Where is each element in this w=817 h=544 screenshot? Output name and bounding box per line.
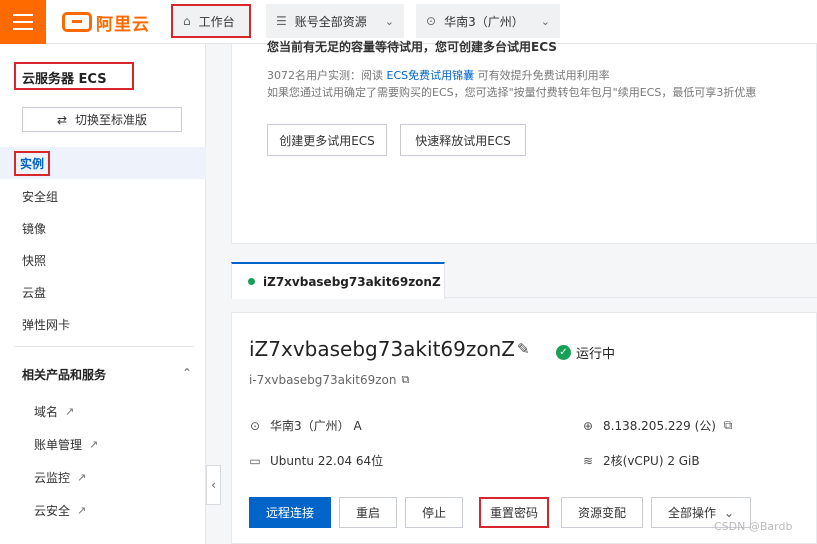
sidebar-item-security-groups[interactable]: 安全组 bbox=[0, 180, 206, 212]
stop-button[interactable]: 停止 bbox=[405, 497, 463, 528]
create-trial-ecs-button[interactable]: 创建更多试用ECS bbox=[267, 124, 387, 156]
location-pin-icon: ⊙ bbox=[426, 14, 437, 28]
sidebar-item-label: 实例 bbox=[14, 150, 51, 176]
sidebar-link-domain[interactable]: 域名 ↗ bbox=[34, 403, 74, 420]
external-link-icon: ↗ bbox=[65, 405, 75, 418]
os-image-icon: ▭ bbox=[249, 453, 261, 468]
swap-icon: ⇄ bbox=[56, 112, 68, 127]
location-pin-icon: ⊙ bbox=[249, 418, 261, 433]
sidebar-item-label: 快照 bbox=[22, 253, 47, 268]
sidebar-item-disks[interactable]: 云盘 bbox=[0, 276, 206, 308]
home-icon: ⌂ bbox=[183, 14, 191, 28]
copy-icon[interactable]: ⧉ bbox=[722, 418, 734, 433]
notice-text: 3072名用户实测：阅读 bbox=[267, 69, 383, 82]
sidebar-divider bbox=[14, 346, 194, 347]
sub-item-label: 云安全 bbox=[34, 504, 71, 518]
cpu-spec-icon: ≋ bbox=[582, 453, 594, 468]
sidebar-item-label: 安全组 bbox=[22, 189, 59, 204]
sub-item-label: 账单管理 bbox=[34, 438, 83, 452]
aliyun-logo[interactable]: 阿里云 bbox=[62, 10, 150, 35]
logo-text: 阿里云 bbox=[96, 14, 150, 35]
chevron-down-icon: ⌄ bbox=[540, 14, 550, 28]
menu-icon[interactable] bbox=[0, 0, 46, 44]
workbench-label: 工作台 bbox=[198, 14, 235, 29]
region-label: 华南3（广州） bbox=[444, 14, 524, 29]
instance-id: i-7xvbasebg73akit69zon ⧉ bbox=[249, 373, 409, 387]
sidebar-item-label: 云盘 bbox=[22, 285, 47, 300]
switch-edition-label: 切换至标准版 bbox=[75, 113, 148, 127]
ip-info: ⊕ 8.138.205.229 (公) ⧉ bbox=[582, 417, 743, 434]
running-dot-icon bbox=[248, 278, 255, 285]
watermark: CSDN @Bardb bbox=[714, 520, 793, 533]
workbench-button[interactable]: ⌂ 工作台 bbox=[171, 4, 251, 38]
spec-info: ≋ 2核(vCPU) 2 GiB bbox=[582, 452, 700, 469]
chevron-up-icon: ⌃ bbox=[181, 366, 192, 380]
status-badge: ✓ 运行中 bbox=[556, 343, 615, 362]
chevron-down-icon: ⌄ bbox=[384, 14, 394, 28]
sidebar-item-snapshots[interactable]: 快照 bbox=[0, 244, 206, 276]
notice-text: 可有效提升免费试用利用率 bbox=[477, 69, 610, 82]
all-operations-label: 全部操作 bbox=[667, 506, 716, 520]
tab-label: iZ7xvbasebg73akit69zonZ bbox=[263, 274, 441, 289]
tab-instance[interactable]: iZ7xvbasebg73akit69zonZ bbox=[231, 262, 445, 299]
network-icon: ⊕ bbox=[582, 418, 594, 433]
external-link-icon: ↗ bbox=[77, 471, 87, 484]
aliyun-logo-icon bbox=[62, 12, 92, 32]
os-text: Ubuntu 22.04 64位 bbox=[270, 454, 384, 468]
check-circle-icon: ✓ bbox=[556, 345, 571, 360]
status-label: 运行中 bbox=[576, 347, 616, 362]
instance-detail-card: iZ7xvbasebg73akit69zonZ ✎ ✓ 运行中 i-7xvbas… bbox=[231, 312, 817, 544]
release-trial-ecs-button[interactable]: 快速释放试用ECS bbox=[400, 124, 526, 156]
trial-notice-line-2: 如果您通过试用确定了需要购买的ECS，您可选择"按量付费转包年包月"续用ECS，… bbox=[267, 86, 757, 99]
resource-group-selector[interactable]: ☰ 账号全部资源 ⌄ bbox=[266, 4, 404, 38]
sub-item-label: 域名 bbox=[34, 405, 59, 419]
copy-icon[interactable]: ⧉ bbox=[401, 373, 409, 387]
zone-info: ⊙ 华南3（广州） A bbox=[249, 417, 362, 434]
sidebar-item-instances[interactable]: 实例 bbox=[0, 147, 206, 179]
os-info: ▭ Ubuntu 22.04 64位 bbox=[249, 452, 383, 469]
sidebar-item-eni[interactable]: 弹性网卡 bbox=[0, 308, 206, 340]
product-title: 云服务器 ECS bbox=[14, 62, 134, 90]
trial-guide-link[interactable]: ECS免费试用锦囊 bbox=[387, 69, 475, 82]
ecs-console: 阿里云 ⌂ 工作台 ☰ 账号全部资源 ⌄ ⊙ 华南3（广州） ⌄ 云服务器 EC… bbox=[0, 0, 817, 544]
sidebar: 云服务器 ECS ⇄ 切换至标准版 实例 安全组 镜像 快照 云盘 弹性网卡 相… bbox=[0, 44, 206, 544]
external-link-icon: ↗ bbox=[89, 438, 99, 451]
trial-notice-card: 您当前有无足的容量等待试用，您可创建多台试用ECS 3072名用户实测：阅读 E… bbox=[231, 40, 817, 244]
sidebar-link-cloudmonitor[interactable]: 云监控 ↗ bbox=[34, 469, 86, 486]
main-content: 您当前有无足的容量等待试用，您可创建多台试用ECS 3072名用户实测：阅读 E… bbox=[207, 40, 817, 544]
resource-change-button[interactable]: 资源变配 bbox=[561, 497, 643, 528]
sidebar-item-label: 镜像 bbox=[22, 221, 47, 236]
sidebar-link-security[interactable]: 云安全 ↗ bbox=[34, 502, 86, 519]
server-stack-icon: ☰ bbox=[276, 14, 287, 28]
resource-group-label: 账号全部资源 bbox=[294, 14, 367, 29]
spec-text: 2核(vCPU) 2 GiB bbox=[603, 454, 700, 468]
related-products-group[interactable]: 相关产品和服务 ⌃ bbox=[22, 366, 192, 383]
sidebar-item-images[interactable]: 镜像 bbox=[0, 212, 206, 244]
instance-name: iZ7xvbasebg73akit69zonZ bbox=[249, 337, 515, 361]
trial-notice-title: 您当前有无足的容量等待试用，您可创建多台试用ECS bbox=[267, 40, 557, 54]
instance-id-text: i-7xvbasebg73akit69zon bbox=[249, 373, 397, 387]
sidebar-item-label: 弹性网卡 bbox=[22, 317, 71, 332]
sub-item-label: 云监控 bbox=[34, 471, 71, 485]
restart-button[interactable]: 重启 bbox=[339, 497, 397, 528]
group-title: 相关产品和服务 bbox=[22, 368, 107, 382]
edit-icon[interactable]: ✎ bbox=[517, 340, 530, 358]
region-selector[interactable]: ⊙ 华南3（广州） ⌄ bbox=[416, 4, 560, 38]
external-link-icon: ↗ bbox=[77, 504, 87, 517]
switch-edition-button[interactable]: ⇄ 切换至标准版 bbox=[22, 107, 182, 132]
sidebar-link-billing[interactable]: 账单管理 ↗ bbox=[34, 436, 98, 453]
ip-text: 8.138.205.229 (公) bbox=[603, 419, 716, 433]
trial-notice-line-1: 3072名用户实测：阅读 ECS免费试用锦囊 可有效提升免费试用利用率 bbox=[267, 67, 610, 83]
zone-text: 华南3（广州） A bbox=[270, 419, 362, 433]
remote-connect-button[interactable]: 远程连接 bbox=[249, 497, 331, 528]
chevron-down-icon: ⌄ bbox=[723, 505, 735, 520]
reset-password-button[interactable]: 重置密码 bbox=[479, 497, 549, 528]
instance-tab-bar: iZ7xvbasebg73akit69zonZ bbox=[231, 262, 817, 299]
